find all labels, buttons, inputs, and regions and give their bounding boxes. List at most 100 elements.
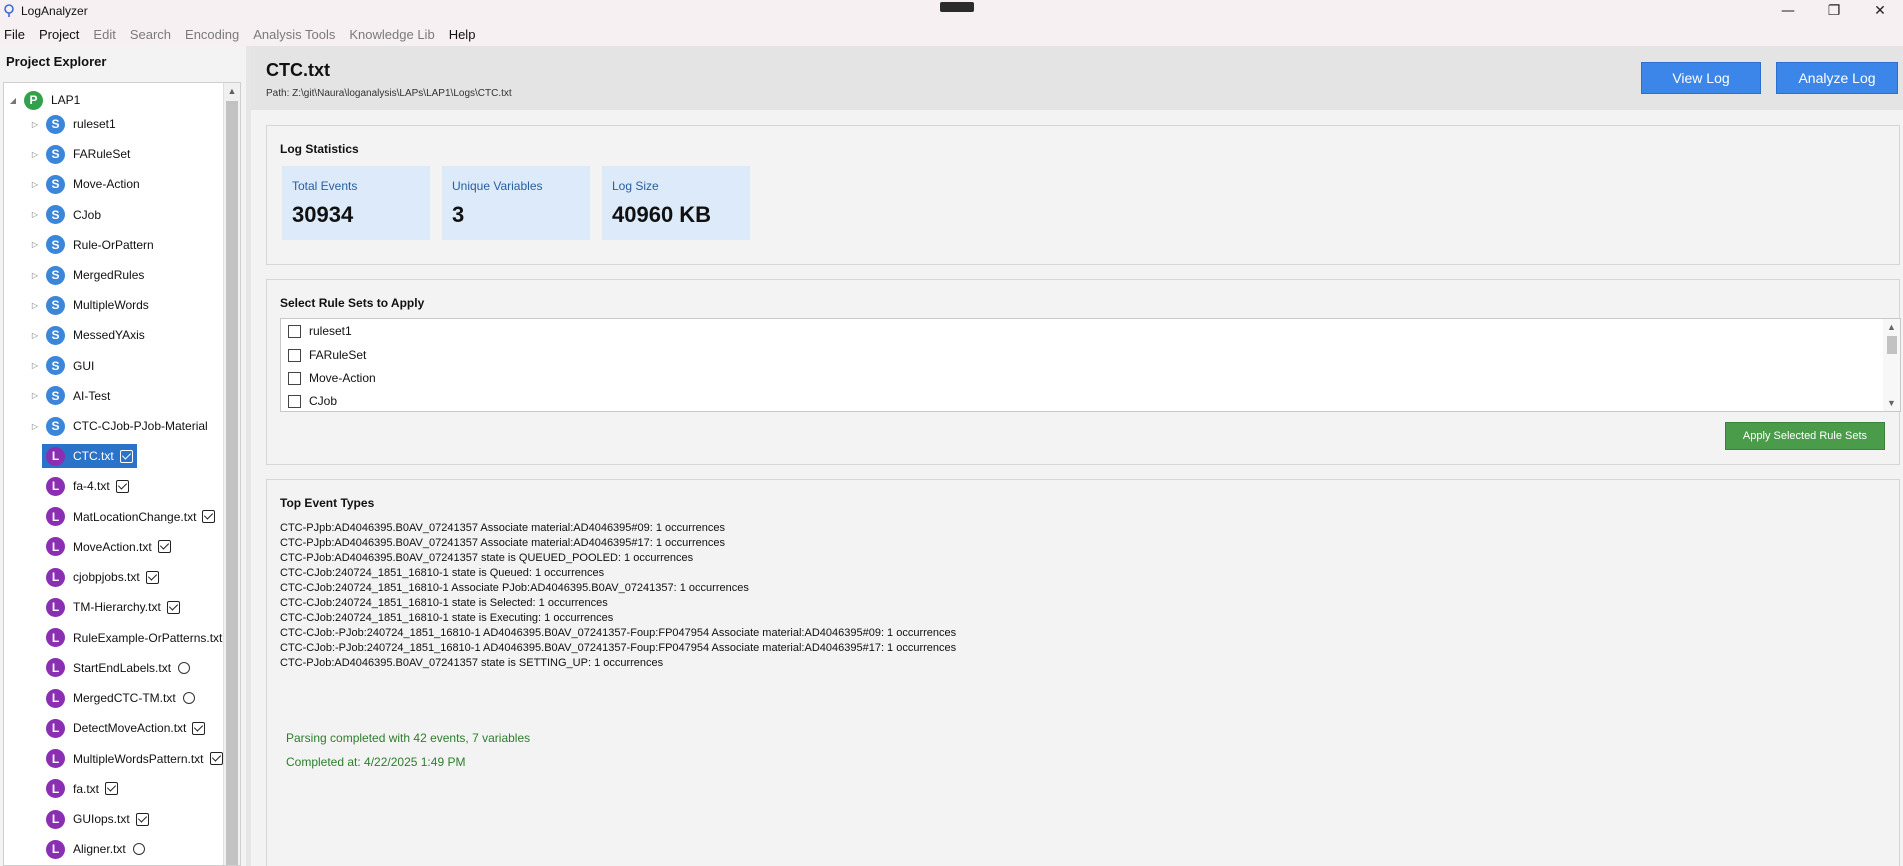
expand-right-icon[interactable]: ▷ — [30, 120, 40, 129]
expand-right-icon[interactable]: ▷ — [30, 422, 40, 431]
rule-set-item[interactable]: FARuleSet — [288, 346, 366, 364]
expand-right-icon[interactable]: ▷ — [30, 301, 40, 310]
minimize-button[interactable]: — — [1765, 0, 1811, 22]
check-icon — [192, 721, 206, 735]
tree-node-ruleset[interactable]: ▷ S MessedYAxis — [30, 323, 145, 347]
tree-node-log[interactable]: L GUIops.txt — [46, 807, 149, 831]
menu-analysis-tools[interactable]: Analysis Tools — [253, 27, 342, 42]
menu-help[interactable]: Help — [449, 27, 483, 42]
tree-node-log[interactable]: L DetectMoveAction.txt — [46, 716, 206, 740]
log-badge-icon: L — [46, 597, 65, 617]
view-log-button[interactable]: View Log — [1641, 62, 1761, 94]
expand-right-icon[interactable]: ▷ — [30, 331, 40, 340]
event-line: CTC-PJob:AD4046395.B0AV_07241357 state i… — [280, 552, 694, 564]
tree-node-ruleset[interactable]: ▷ S AI-Test — [30, 384, 110, 408]
event-line: CTC-PJpb:AD4046395.B0AV_07241357 Associa… — [280, 537, 725, 549]
tree-node-log[interactable]: L MergedCTC-TM.txt — [46, 686, 195, 710]
expand-down-icon[interactable]: ◢ — [8, 96, 18, 105]
ruleset-badge-icon: S — [46, 144, 65, 164]
analyze-log-button[interactable]: Analyze Log — [1776, 62, 1898, 94]
rule-set-checkbox[interactable] — [288, 324, 301, 338]
tree-node-ruleset[interactable]: ▷ S Move-Action — [30, 172, 140, 196]
tree-node-project[interactable]: ◢ P LAP1 — [8, 88, 80, 112]
tree-node-log[interactable]: L StartEndLabels.txt — [46, 656, 191, 680]
splitter[interactable] — [246, 46, 251, 866]
tree-node-label: DetectMoveAction.txt — [73, 721, 187, 736]
rule-set-label: Move-Action — [309, 371, 376, 385]
tree-node-log[interactable]: Lcjobpjobs.txt — [46, 565, 159, 589]
ruleset-badge-icon: S — [46, 205, 65, 225]
tree-node-log[interactable]: Lfa.txt — [46, 777, 119, 801]
menu-search[interactable]: Search — [130, 27, 178, 42]
tree-node-label: LAP1 — [51, 93, 81, 107]
tree-node-ruleset[interactable]: ▷ S CJob — [30, 203, 101, 227]
expand-right-icon[interactable]: ▷ — [30, 210, 40, 219]
check-icon — [135, 812, 149, 826]
tree-node-log[interactable]: L MultipleWordsPattern.txt — [46, 747, 223, 771]
tree-node-ruleset[interactable]: ▷ S MultipleWords — [30, 293, 149, 317]
project-tree[interactable]: ◢ P LAP1 ▷ Sruleset1 ▷ S FARuleSet ▷ S Move-Act… — [3, 82, 241, 866]
ruleset-badge-icon: S — [46, 174, 65, 194]
tree-node-ruleset[interactable]: ▷ S CTC-CJob-PJob-Material — [30, 414, 208, 438]
tree-node-label: MatLocationChange.txt — [73, 509, 197, 524]
event-line: CTC-CJob:240724_1851_16810-1 state is Se… — [280, 597, 608, 609]
tree-node-label: CJob — [73, 207, 102, 222]
close-button[interactable]: ✕ — [1857, 0, 1903, 22]
title-bar-grip[interactable] — [940, 2, 974, 12]
tree-node-log[interactable]: L Aligner.txt — [46, 837, 145, 861]
tree-node-log[interactable]: L MatLocationChange.txt — [46, 505, 216, 529]
tree-scrollbar[interactable]: ▲ — [223, 83, 240, 865]
maximize-button[interactable]: ❐ — [1811, 0, 1857, 22]
scroll-up-icon[interactable]: ▲ — [1883, 320, 1900, 334]
tree-node-ruleset[interactable]: ▷ Sruleset1 — [30, 112, 116, 136]
app-logo-icon — [4, 4, 14, 17]
scroll-down-icon[interactable]: ▼ — [1883, 396, 1900, 410]
check-icon — [145, 570, 159, 584]
menu-encoding[interactable]: Encoding — [185, 27, 246, 42]
tree-node-label: CTC.txt — [73, 449, 114, 463]
tree-node-log[interactable]: L MoveAction.txt — [46, 535, 171, 559]
tree-node-ruleset[interactable]: ▷ S MergedRules — [30, 263, 144, 287]
expand-right-icon[interactable]: ▷ — [30, 180, 40, 189]
rule-set-item[interactable]: Move-Action — [288, 369, 376, 387]
menu-knowledge-lib[interactable]: Knowledge Lib — [349, 27, 441, 42]
tree-node-log[interactable]: L CTC.txt — [42, 444, 137, 468]
tree-node-log[interactable]: L TM-Hierarchy.txt — [46, 595, 180, 619]
expand-right-icon[interactable]: ▷ — [30, 271, 40, 280]
ruleset-badge-icon: S — [46, 325, 65, 345]
menu-edit[interactable]: Edit — [93, 27, 122, 42]
expand-right-icon[interactable]: ▷ — [30, 361, 40, 370]
tree-node-ruleset[interactable]: ▷ S FARuleSet — [30, 142, 130, 166]
rule-sets-scrollbar[interactable]: ▲ ▼ — [1883, 319, 1900, 411]
menu-file[interactable]: File — [4, 27, 32, 42]
rule-set-checkbox[interactable] — [288, 394, 301, 408]
ruleset-badge-icon: S — [46, 386, 65, 406]
scroll-up-icon[interactable]: ▲ — [224, 83, 240, 99]
check-icon — [105, 782, 119, 796]
menu-project[interactable]: Project — [39, 27, 86, 42]
check-icon — [202, 510, 216, 523]
tree-scroll-thumb[interactable] — [226, 101, 238, 865]
stat-card-log-size: Log Size 40960 KB — [602, 166, 750, 240]
expand-right-icon[interactable]: ▷ — [30, 240, 40, 249]
tree-node-ruleset[interactable]: ▷ S Rule-OrPattern — [30, 233, 154, 257]
rule-set-checkbox[interactable] — [288, 371, 301, 385]
expand-right-icon[interactable]: ▷ — [30, 391, 40, 400]
window-title: LogAnalyzer — [21, 4, 88, 18]
rule-sets-scroll-thumb[interactable] — [1887, 336, 1897, 354]
apply-selected-rule-sets-button[interactable]: Apply Selected Rule Sets — [1725, 422, 1885, 450]
event-line: CTC-CJob:-PJob:240724_1851_16810-1 AD404… — [280, 627, 957, 639]
ruleset-badge-icon: S — [46, 114, 65, 134]
rule-set-checkbox[interactable] — [288, 348, 301, 362]
stat-value: 30934 — [292, 202, 354, 227]
tree-node-log[interactable]: L RuleExample-OrPatterns.txt — [46, 626, 222, 650]
rule-set-item[interactable]: ruleset1 — [288, 322, 352, 340]
expand-right-icon[interactable]: ▷ — [30, 150, 40, 159]
tree-node-label: cjobpjobs.txt — [73, 570, 140, 584]
stat-value: 40960 KB — [612, 202, 712, 227]
rule-sets-list[interactable]: ruleset1 FARuleSet Move-Action CJob ▲ ▼ — [280, 318, 1901, 412]
rule-set-item[interactable]: CJob — [288, 392, 337, 410]
log-badge-icon: L — [46, 749, 65, 768]
tree-node-ruleset[interactable]: ▷ S GUI — [30, 354, 94, 378]
tree-node-log[interactable]: Lfa-4.txt — [46, 474, 129, 498]
